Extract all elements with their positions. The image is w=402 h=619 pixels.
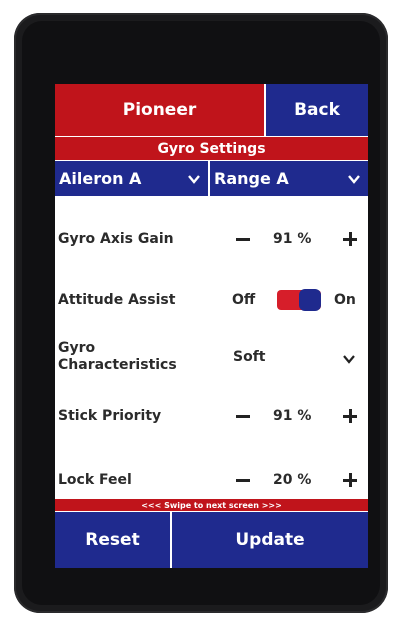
gyro-axis-gain-value: 91 % [273,231,312,247]
gyro-characteristics-label-line1: Gyro [58,340,96,356]
range-select-value: Range A [214,169,289,188]
page-title: Pioneer [55,84,266,136]
bottom-bar: Reset Update [55,512,368,568]
gyro-characteristics-row: Gyro Characteristics Soft [55,338,368,378]
stick-priority-row: Stick Priority 91 % [55,406,368,426]
attitude-assist-on-label: On [334,292,356,308]
selector-bar: Aileron A Range A [55,161,368,196]
gyro-characteristics-select[interactable]: Soft [233,349,265,365]
chevron-down-icon [348,174,360,184]
update-button[interactable]: Update [172,512,368,568]
aileron-select-value: Aileron A [59,169,142,188]
stick-priority-decrease-button[interactable] [236,414,250,418]
lock-feel-increase-button[interactable] [343,473,357,487]
lock-feel-decrease-button[interactable] [236,478,250,482]
toggle-knob [299,289,321,311]
gyro-characteristics-label-line2: Characteristics [58,357,177,373]
gyro-axis-gain-increase-button[interactable] [343,232,357,246]
lock-feel-row: Lock Feel 20 % [55,470,368,490]
back-button[interactable]: Back [266,84,368,136]
range-select[interactable]: Range A [210,161,368,196]
gyro-characteristics-label: Gyro Characteristics [58,340,177,374]
attitude-assist-toggle[interactable] [277,289,321,311]
lock-feel-label: Lock Feel [58,471,132,488]
aileron-select[interactable]: Aileron A [55,161,210,196]
attitude-assist-label: Attitude Assist [58,291,176,308]
lock-feel-value: 20 % [273,472,312,488]
swipe-hint: <<< Swipe to next screen >>> [55,499,368,511]
title-bar: Pioneer Back [55,84,368,136]
section-title: Gyro Settings [55,137,368,160]
chevron-down-icon [188,174,200,184]
stick-priority-increase-button[interactable] [343,409,357,423]
stick-priority-label: Stick Priority [58,407,162,424]
gyro-axis-gain-row: Gyro Axis Gain 91 % [55,229,368,249]
gyro-axis-gain-label: Gyro Axis Gain [58,230,174,247]
reset-button[interactable]: Reset [55,512,172,568]
attitude-assist-row: Attitude Assist Off On [55,289,368,311]
gyro-axis-gain-decrease-button[interactable] [236,237,250,241]
stick-priority-value: 91 % [273,408,312,424]
attitude-assist-off-label: Off [232,292,256,308]
chevron-down-icon[interactable] [342,354,356,364]
screen: Pioneer Back Gyro Settings Aileron A Ran… [55,84,368,568]
